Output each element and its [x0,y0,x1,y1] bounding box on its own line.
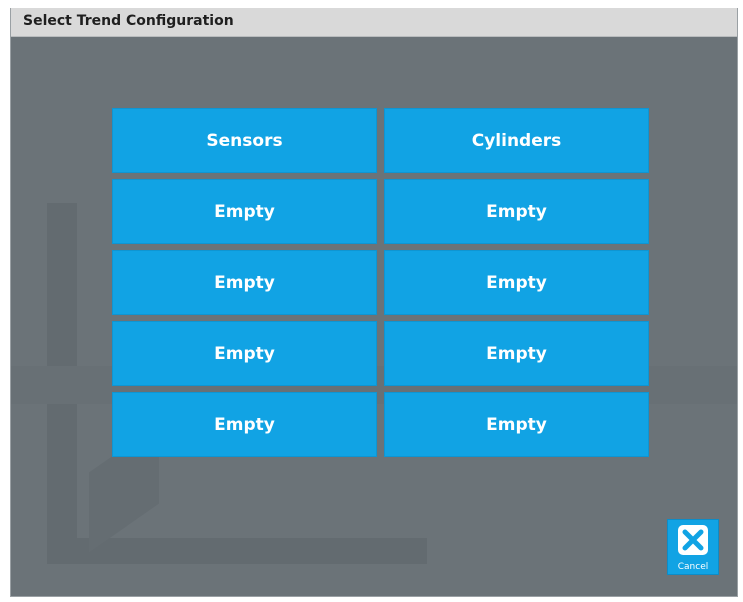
config-tile-empty-8[interactable]: Empty [384,392,649,457]
cancel-button-label: Cancel [677,562,709,572]
config-tile-empty-1[interactable]: Empty [112,179,377,244]
config-tile-empty-7[interactable]: Empty [112,392,377,457]
dialog-titlebar: Select Trend Configuration [11,8,737,37]
close-x-icon [678,525,708,555]
dialog-title: Select Trend Configuration [23,13,234,29]
trend-config-dialog: Select Trend Configuration Sensors Cylin… [10,8,738,597]
config-tile-empty-5[interactable]: Empty [112,321,377,386]
cancel-button[interactable]: Cancel [667,519,719,575]
config-tile-sensors[interactable]: Sensors [112,108,377,173]
config-tile-empty-3[interactable]: Empty [112,250,377,315]
config-tile-empty-4[interactable]: Empty [384,250,649,315]
config-tile-cylinders[interactable]: Cylinders [384,108,649,173]
configuration-grid: Sensors Cylinders Empty Empty Empty Empt… [112,108,649,459]
config-tile-empty-2[interactable]: Empty [384,179,649,244]
config-tile-empty-6[interactable]: Empty [384,321,649,386]
